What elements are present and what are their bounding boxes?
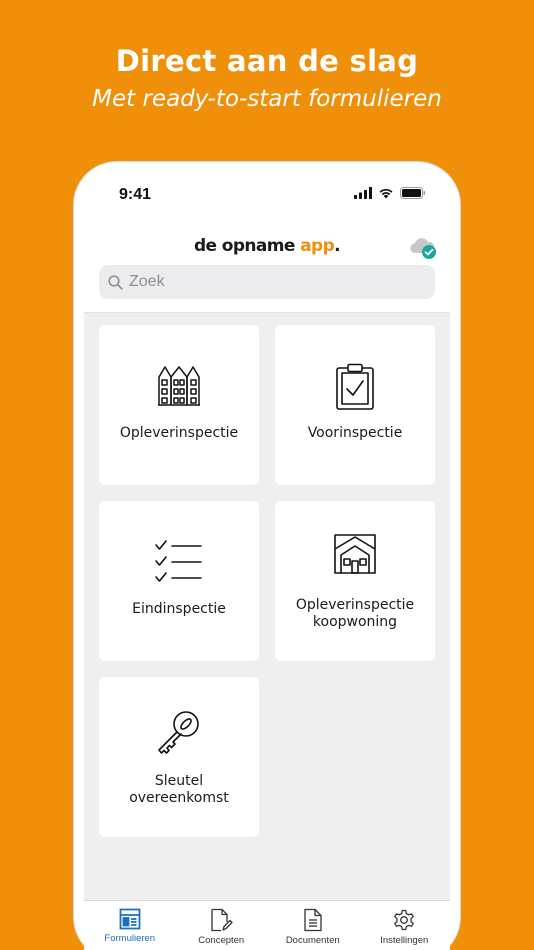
status-bar: 9:41 [84,172,450,218]
tab-label: Instellingen [380,935,429,946]
buildings-icon [158,366,200,406]
tab-bar: Formulieren Concepten Documenten Instell… [84,900,450,950]
tab-concepten[interactable]: Concepten [176,901,268,950]
search-icon [108,274,123,290]
logo-main-text: de opname [193,236,301,256]
tab-instellingen[interactable]: Instellingen [359,901,451,950]
battery-icon [400,187,426,199]
form-card-label: Eindinspectie [132,601,226,617]
cellular-signal-icon [354,187,372,199]
wifi-icon [379,188,393,199]
tab-documenten[interactable]: Documenten [267,901,359,950]
search-placeholder: Zoek [129,273,165,290]
phone-frame: 9:41 de opname app. Zoek Opleverinspecti… [73,161,461,950]
promo-subtitle: Met ready-to-start formulieren [92,86,442,112]
tab-label: Concepten [198,935,245,946]
app-logo: de opname app. [84,236,450,256]
tab-formulieren[interactable]: Formulieren [84,901,176,950]
app-screen: 9:41 de opname app. Zoek Opleverinspecti… [84,172,450,950]
form-card-label: Opleverinspectie [119,425,239,441]
search-bar[interactable]: Zoek [99,265,435,299]
form-card-label-line: overeenkomst [129,790,229,806]
tab-label: Formulieren [104,933,156,944]
key-icon [158,711,199,754]
form-card-label: Opleverinspectie koopwoning [283,597,427,631]
checklist-icon [155,540,202,582]
gear-icon [394,909,415,931]
document-icon [304,908,322,932]
promo-title: Direct aan de slag [115,44,419,78]
status-time: 9:41 [119,186,152,203]
cloud-sync-icon[interactable] [408,236,440,260]
house-icon [334,534,376,574]
form-card-opleverinspectie[interactable]: Opleverinspectie [99,325,259,485]
form-card-eindinspectie[interactable]: Eindinspectie [99,501,259,661]
form-card-label: Voorinspectie [307,425,403,441]
form-card-label-line: koopwoning [312,614,398,630]
forms-icon [119,908,141,930]
clipboard-check-icon [336,363,374,410]
logo-dot: . [334,236,341,256]
logo-accent-text: app [300,236,335,256]
form-card-sleutel-overeenkomst[interactable]: Sleutel overeenkomst [99,677,259,837]
nav-header: de opname app. [84,224,450,268]
document-edit-icon [211,908,233,932]
form-card-opleverinspectie-koopwoning[interactable]: Opleverinspectie koopwoning [275,501,435,661]
form-card-label-line: Sleutel [154,773,204,789]
status-icons [354,187,426,199]
form-card-label-line: Opleverinspectie [295,597,415,613]
form-card-label: Sleutel overeenkomst [107,773,251,807]
forms-grid: Opleverinspectie Voorinspectie Eindinspe… [84,312,450,900]
form-card-voorinspectie[interactable]: Voorinspectie [275,325,435,485]
tab-label: Documenten [285,935,340,946]
